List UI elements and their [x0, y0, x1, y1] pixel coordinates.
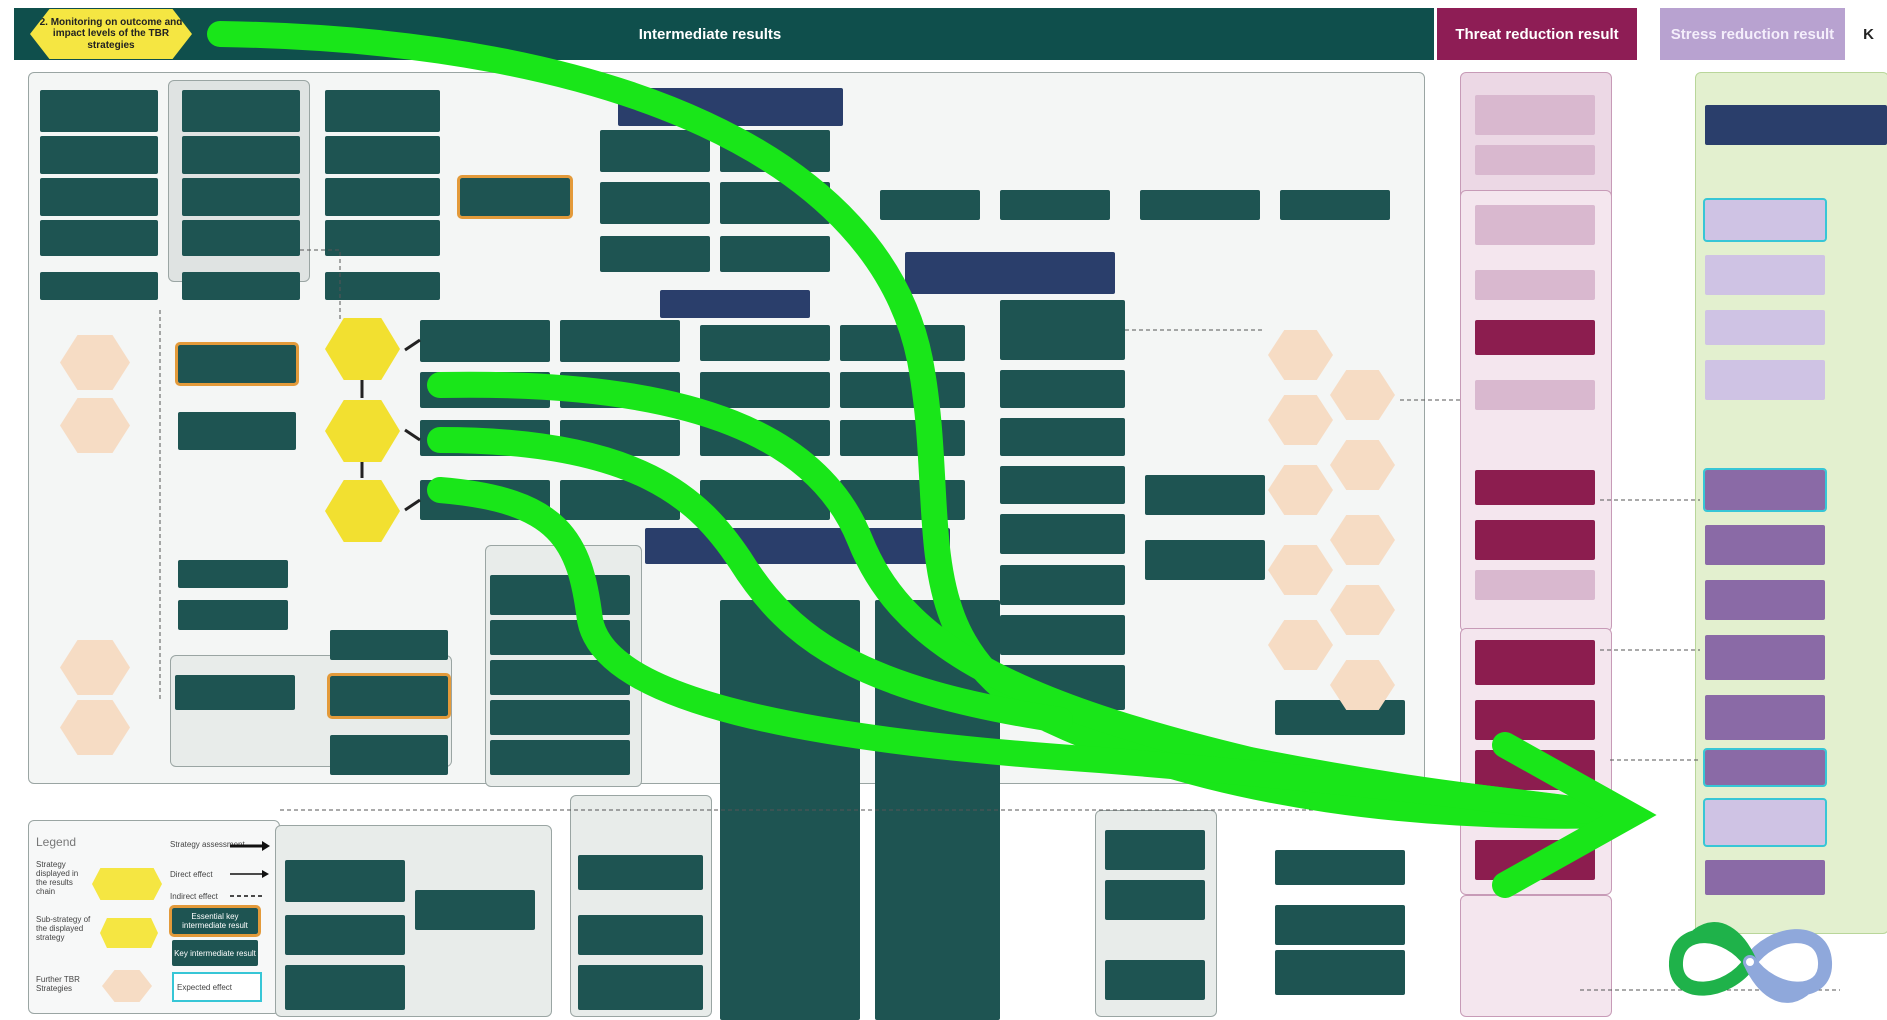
infinity-logo-icon: [1669, 922, 1832, 1003]
curved-arrow-icon: [207, 21, 1657, 898]
